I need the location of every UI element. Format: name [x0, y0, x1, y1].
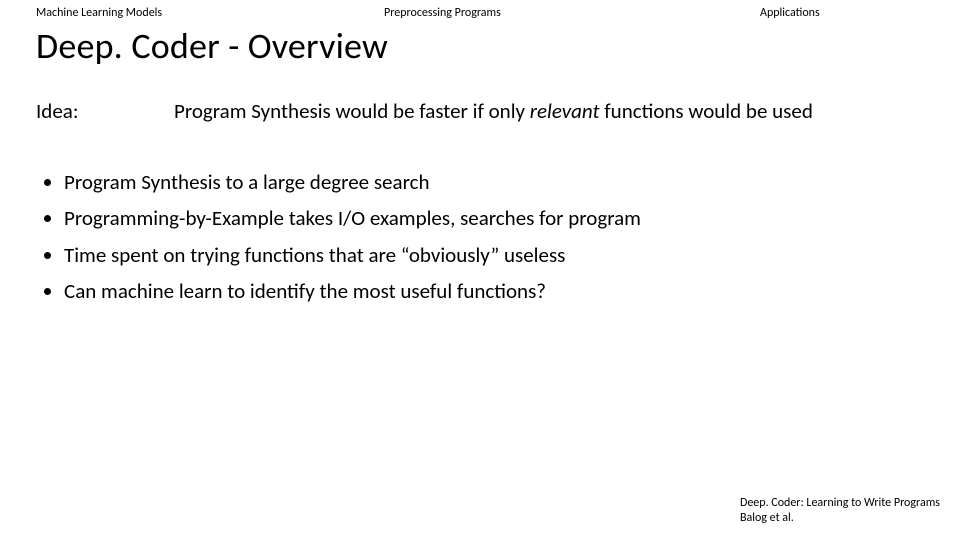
slide-title: Deep. Coder - Overview [0, 20, 960, 80]
list-item: Can machine learn to identify the most u… [64, 273, 924, 309]
idea-row: Idea: Program Synthesis would be faster … [0, 80, 960, 124]
slide: Machine Learning Models Preprocessing Pr… [0, 0, 960, 540]
list-item: Time spent on trying functions that are … [64, 237, 924, 273]
list-item: Programming-by-Example takes I/O example… [64, 200, 924, 236]
citation-title: Deep. Coder: Learning to Write Programs [740, 496, 940, 511]
citation-authors: Balog et al. [740, 511, 940, 526]
idea-text-pre: Program Synthesis would be faster if onl… [174, 98, 530, 124]
bullet-list: Program Synthesis to a large degree sear… [0, 124, 960, 309]
section-tabs: Machine Learning Models Preprocessing Pr… [0, 0, 960, 20]
idea-text: Program Synthesis would be faster if onl… [174, 98, 924, 124]
idea-text-em: relevant [530, 98, 600, 124]
tab-applications: Applications [720, 6, 960, 20]
citation: Deep. Coder: Learning to Write Programs … [740, 496, 940, 526]
idea-label: Idea: [36, 98, 174, 124]
tab-preprocessing: Preprocessing Programs [384, 6, 720, 20]
tab-ml-models: Machine Learning Models [0, 6, 384, 20]
idea-text-post: functions would be used [600, 98, 813, 124]
list-item: Program Synthesis to a large degree sear… [64, 164, 924, 200]
